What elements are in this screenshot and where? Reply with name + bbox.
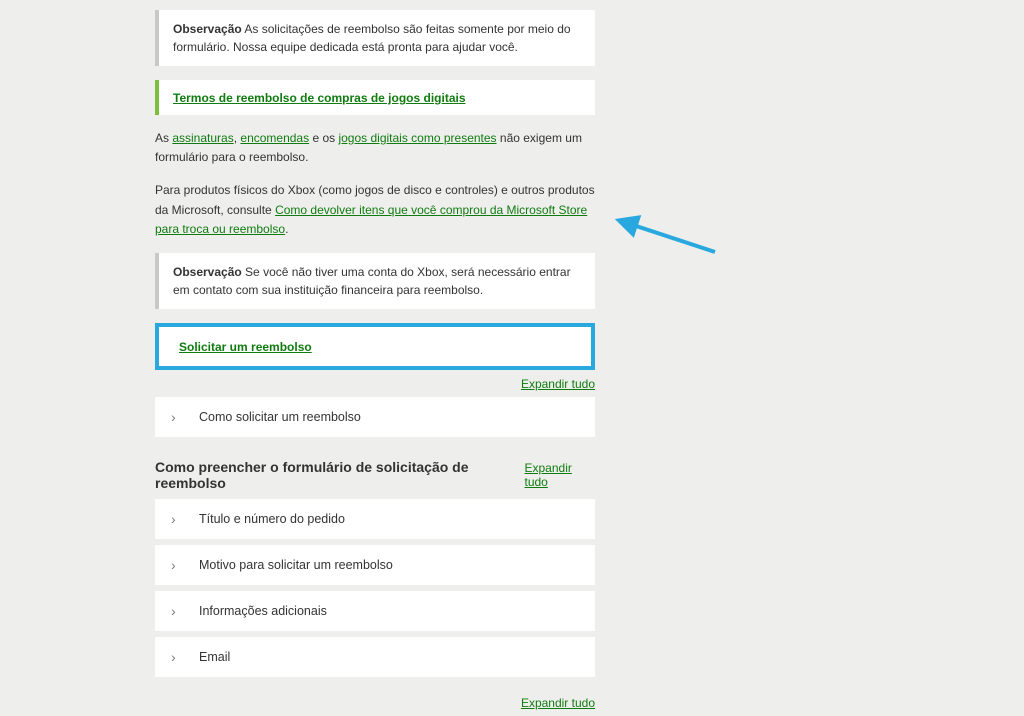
accordion-how-to-request[interactable]: › Como solicitar um reembolso [155,397,595,437]
expand-all-link-1[interactable]: Expandir tudo [521,377,595,391]
accordion-additional-info[interactable]: › Informações adicionais [155,591,595,631]
terms-callout: Termos de reembolso de compras de jogos … [155,80,595,115]
chevron-right-icon: › [171,409,185,425]
accordion-label: Título e número do pedido [199,512,345,526]
request-refund-highlight: Solicitar um reembolso [155,323,595,370]
observation-callout-2: Observação Se você não tiver uma conta d… [155,253,595,309]
section-header-row: Como preencher o formulário de solicitaç… [155,459,595,491]
section-title: Como preencher o formulário de solicitaç… [155,459,525,491]
digital-gifts-link[interactable]: jogos digitais como presentes [338,131,496,145]
request-refund-link[interactable]: Solicitar um reembolso [179,340,312,354]
accordion-email[interactable]: › Email [155,637,595,677]
expand-all-row-1: Expandir tudo [155,376,595,391]
chevron-right-icon: › [171,603,185,619]
expand-all-link-3[interactable]: Expandir tudo [521,696,595,710]
observation-label: Observação [173,22,242,36]
accordion-label: Email [199,650,230,664]
accordion-label: Motivo para solicitar um reembolso [199,558,393,572]
accordion-reason[interactable]: › Motivo para solicitar um reembolso [155,545,595,585]
expand-all-link-2[interactable]: Expandir tudo [525,461,596,489]
accordion-label: Informações adicionais [199,604,327,618]
physical-products-para: Para produtos físicos do Xbox (como jogo… [155,181,595,239]
annotation-arrow-icon [615,210,735,270]
observation-callout-1: Observação As solicitações de reembolso … [155,10,595,66]
accordion-label: Como solicitar um reembolso [199,410,361,424]
subscriptions-link[interactable]: assinaturas [172,131,233,145]
observation-label-2: Observação [173,265,242,279]
expand-all-row-3: Expandir tudo [155,695,595,710]
orders-link[interactable]: encomendas [240,131,309,145]
chevron-right-icon: › [171,511,185,527]
chevron-right-icon: › [171,557,185,573]
subscriptions-para: As assinaturas, encomendas e os jogos di… [155,129,595,167]
chevron-right-icon: › [171,649,185,665]
accordion-title-order[interactable]: › Título e número do pedido [155,499,595,539]
terms-refund-link[interactable]: Termos de reembolso de compras de jogos … [173,91,466,105]
